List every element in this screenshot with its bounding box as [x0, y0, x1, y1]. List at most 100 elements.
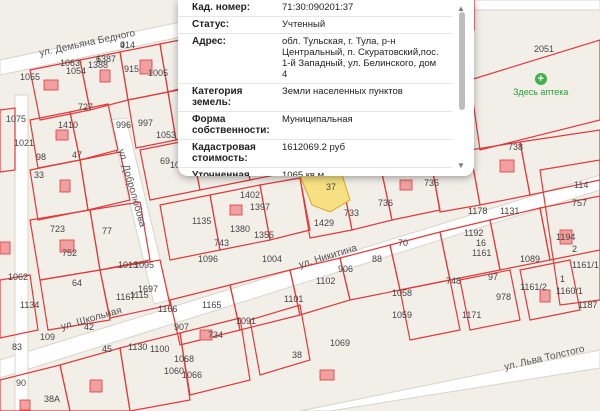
pharmacy-label: Здесь аптека — [513, 87, 569, 97]
parcel-info-table: Кад. номер: 71:30:090201:37 Статус: Учтенны… — [178, 0, 452, 176]
parcel-number-label: 6 — [96, 54, 101, 64]
parcel-number-label: 45 — [102, 344, 112, 354]
parcel-number-label: 114 — [574, 180, 588, 190]
parcel-number-label: 109 — [40, 332, 55, 342]
parcel-number-label: 1135 — [192, 216, 211, 226]
parcel-number-label: 38А — [44, 394, 60, 404]
parcel-info-popup: Кад. номер: 71:30:090201:37 Статус: Учтенны… — [178, 0, 474, 176]
info-key: Адрес: — [192, 36, 226, 47]
info-row: Категория земель: Земли населенных пункто… — [178, 84, 452, 112]
parcel-number-label: 906 — [338, 264, 353, 274]
parcel-number-label: 64 — [72, 278, 82, 288]
info-value: 1612069.2 руб — [282, 142, 346, 153]
parcel-number-label: 90 — [16, 378, 26, 388]
parcel-number-label: 1096 — [198, 254, 218, 264]
info-value: Муниципальная — [282, 114, 353, 125]
parcel-number-label: 1054 — [66, 66, 86, 76]
parcel-number-label: 978 — [496, 292, 511, 302]
parcel-number-label: 1100 — [150, 344, 169, 354]
scroll-down-icon[interactable]: ▼ — [457, 161, 465, 170]
parcel-number-label: 734 — [208, 330, 223, 340]
parcel-number-label: 83 — [12, 342, 22, 352]
info-value: 1065 кв.м — [282, 170, 325, 176]
parcel-number-label: 1101 — [284, 294, 303, 304]
parcel-number-label: 1102 — [316, 276, 335, 286]
parcel-number-label: 1167 — [116, 292, 135, 302]
parcel-number-label: 907 — [174, 322, 189, 332]
parcel-number-label: 1160/1 — [556, 286, 583, 296]
parcel-number-label: 1161/1 — [572, 260, 599, 270]
parcel-number-label: 1397 — [250, 202, 270, 212]
info-key: Статус: — [192, 19, 230, 30]
parcel-number-label: 735 — [424, 178, 439, 188]
parcel-number-label: 1068 — [174, 354, 194, 364]
info-row: Кад. номер: 71:30:090201:37 — [178, 0, 452, 17]
parcel-number-label: 1055 — [20, 72, 40, 82]
parcel-number-label: 2051 — [534, 44, 554, 54]
scroll-thumb[interactable] — [459, 12, 465, 110]
parcel-number-label: 1053 — [156, 130, 176, 140]
info-key: Форма собственности: — [192, 114, 270, 136]
parcel-number-label: 1058 — [392, 288, 412, 298]
info-key: Кад. номер: — [192, 2, 251, 13]
selected-parcel-label: 37 — [326, 182, 336, 192]
parcel-number-label: 1069 — [330, 338, 350, 348]
info-row: Кадастровая стоимость: 1612069.2 руб — [178, 140, 452, 168]
parcel-number-label: 70 — [398, 238, 408, 248]
info-key: Уточненная площадь: — [192, 170, 250, 176]
parcel-number-label: 1005 — [148, 68, 168, 78]
info-value: 71:30:090201:37 — [282, 2, 354, 13]
parcel-number-label: 1194 — [556, 232, 575, 242]
parcel-number-label: 1161 — [472, 248, 491, 258]
parcel-number-label: 1380 — [230, 224, 250, 234]
parcel-number-label: 1095 — [134, 260, 154, 270]
parcel-number-label: 752 — [62, 248, 77, 258]
parcel-number-label: 1165 — [202, 300, 221, 310]
parcel-number-label: 2 — [572, 244, 577, 254]
parcel-number-label: 1171 — [462, 310, 481, 320]
parcel-number-label: 915 — [124, 64, 139, 74]
parcel-number-label: 1134 — [20, 300, 39, 310]
info-row: Статус: Учтенный — [178, 17, 452, 34]
parcel-number-label: 748 — [446, 276, 461, 286]
parcel-number-label: 1062 — [8, 272, 28, 282]
info-key: Кадастровая стоимость: — [192, 142, 256, 164]
pharmacy-marker[interactable]: + Здесь аптека — [513, 73, 568, 97]
info-row: Форма собственности: Муниципальная — [178, 112, 452, 140]
road-upper-right — [473, 0, 600, 11]
parcel-number-label: 1166 — [158, 304, 177, 314]
parcel-number-label: 723 — [50, 224, 65, 234]
parcel-number-label: 1402 — [240, 190, 260, 200]
parcel-number-label: 757 — [572, 198, 587, 208]
parcel-number-label: 77 — [102, 226, 112, 236]
parcel-number-label: 1021 — [14, 138, 34, 148]
parcel-number-label: 1 — [560, 274, 565, 284]
parcel-number-label: 38 — [292, 350, 302, 360]
info-row: Адрес: обл. Тульская, г. Тула, р-н Центра… — [178, 34, 452, 84]
parcel-number-label: 733 — [344, 208, 359, 218]
parcel-number-label: 738 — [508, 142, 523, 152]
parcel-number-label: 1091 — [236, 316, 256, 326]
info-key: Категория земель: — [192, 86, 243, 108]
parcel-number-label: 1355 — [254, 230, 274, 240]
parcel-number-label: 69 — [160, 156, 170, 166]
parcel-number-label: 997 — [138, 118, 153, 128]
parcel-number-label: 47 — [72, 150, 82, 160]
parcel-number-label: 16 — [476, 238, 486, 248]
popup-scrollbar[interactable]: ▲ ▼ — [456, 4, 468, 170]
info-value: Земли населенных пунктов — [282, 86, 403, 97]
info-value: Учтенный — [282, 19, 326, 30]
parcel-number-label: 1178 — [468, 206, 487, 216]
parcel-number-label: 33 — [34, 170, 44, 180]
info-row: Уточненная площадь: 1065 кв.м — [178, 168, 452, 176]
parcel-number-label: 98 — [36, 152, 46, 162]
parcel-number-label: 97 — [488, 272, 498, 282]
parcel-number-label: 88 — [372, 254, 382, 264]
parcel-number-label: 727 — [78, 102, 93, 112]
parcel-number-label: 1131 — [500, 206, 519, 216]
parcel-number-label: 1161/2 — [520, 282, 547, 292]
parcel-number-label: 1066 — [182, 370, 202, 380]
parcel-number-label: 1187 — [578, 300, 597, 310]
pharmacy-plus-icon: + — [534, 73, 547, 85]
parcel-number-label: 1059 — [392, 310, 412, 320]
